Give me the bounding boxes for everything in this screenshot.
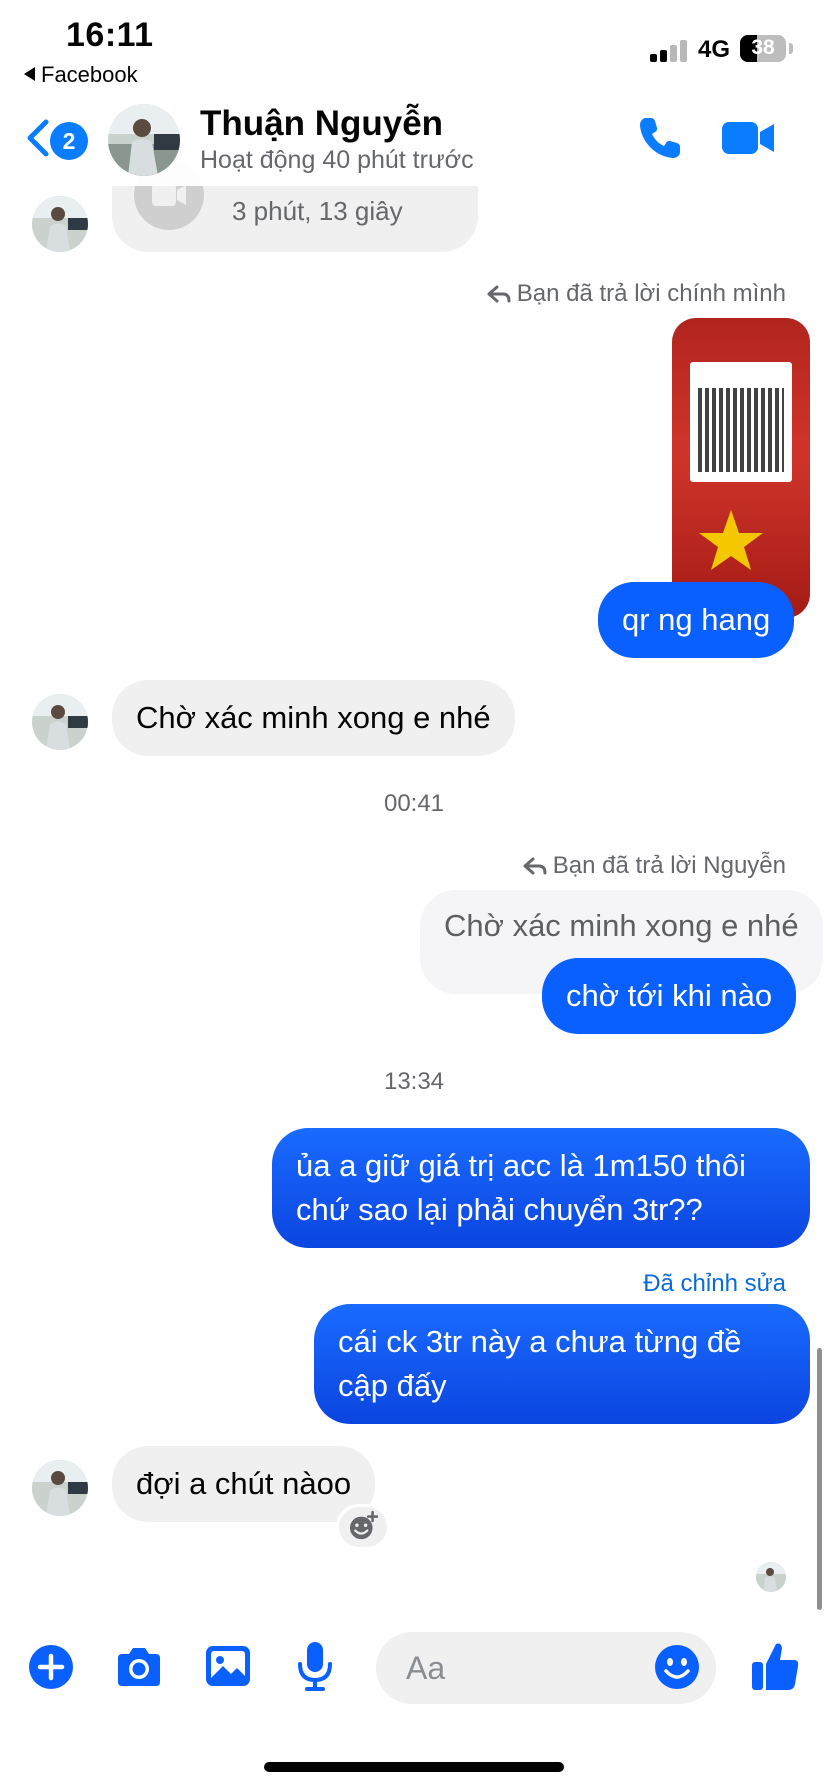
qr-code-image[interactable] xyxy=(672,318,810,618)
message-timestamp: 00:41 xyxy=(383,790,445,817)
avatar-photo xyxy=(32,694,88,750)
avatar-photo xyxy=(32,1460,88,1516)
add-reaction-button[interactable] xyxy=(336,1504,390,1550)
microphone-icon[interactable] xyxy=(296,1640,334,1692)
reply-note-text: Bạn đã trả lời Nguyễn xyxy=(552,852,786,879)
incoming-message[interactable]: đợi a chút nàoo xyxy=(112,1446,376,1522)
reply-note-text: Bạn đã trả lời chính mình xyxy=(516,280,786,307)
battery-icon: 38 xyxy=(740,35,786,62)
seen-receipt-avatar xyxy=(756,1562,786,1592)
battery-tip xyxy=(789,43,793,54)
avatar-photo xyxy=(108,104,180,176)
message-line: cập đấy xyxy=(338,1368,447,1403)
contact-activity-status: Hoạt động 40 phút trước xyxy=(200,146,474,174)
camera-icon[interactable] xyxy=(114,1644,164,1690)
unread-count-badge[interactable]: 2 xyxy=(50,122,88,160)
status-bar: 16:11 Facebook 4G 38 xyxy=(0,0,828,92)
back-app-label: Facebook xyxy=(41,62,138,87)
contact-message-avatar[interactable] xyxy=(32,694,88,750)
reply-arrow-icon xyxy=(487,285,511,303)
incoming-message[interactable]: Chờ xác minh xong e nhé xyxy=(112,680,515,756)
outgoing-message[interactable]: cái ck 3tr này a chưa từng đề cập đấy xyxy=(314,1304,810,1424)
contact-message-avatar[interactable] xyxy=(32,196,88,252)
plus-circle-icon[interactable] xyxy=(28,1644,74,1690)
reply-context-note: Bạn đã trả lời chính mình xyxy=(487,280,786,308)
contact-avatar[interactable] xyxy=(108,104,180,176)
edited-label[interactable]: Đã chỉnh sửa xyxy=(643,1270,786,1298)
message-line: ủa a giữ giá trị acc là 1m150 thôi xyxy=(296,1148,746,1183)
qr-code-pattern xyxy=(698,388,784,472)
chat-header: 2 Thuận Nguyễn Hoạt động 40 phút trước xyxy=(0,92,828,186)
status-time: 16:11 xyxy=(66,16,154,54)
outgoing-message[interactable]: qr ng hang xyxy=(598,582,795,658)
message-line: chứ sao lại phải chuyển 3tr?? xyxy=(296,1192,703,1227)
call-duration: 3 phút, 13 giây xyxy=(232,196,403,226)
add-reaction-icon xyxy=(349,1510,379,1540)
back-triangle-icon xyxy=(24,67,35,81)
message-line: cái ck 3tr này a chưa từng đề xyxy=(338,1324,742,1359)
battery-percent: 38 xyxy=(751,36,775,59)
scrollbar[interactable] xyxy=(817,1348,822,1610)
outgoing-message[interactable]: chờ tới khi nào xyxy=(542,958,797,1034)
network-type: 4G xyxy=(698,36,731,63)
contact-name[interactable]: Thuận Nguyễn xyxy=(200,104,443,144)
avatar-photo xyxy=(32,196,88,252)
star-icon xyxy=(699,510,763,570)
reply-arrow-icon xyxy=(523,857,547,875)
outgoing-message[interactable]: ủa a giữ giá trị acc là 1m150 thôi chứ s… xyxy=(272,1128,810,1248)
message-composer xyxy=(0,1620,828,1720)
photo-gallery-icon[interactable] xyxy=(204,1644,252,1688)
avatar-photo xyxy=(756,1562,786,1592)
message-timestamp: 13:34 xyxy=(383,1068,445,1095)
cellular-signal-icon xyxy=(650,38,690,62)
smiley-icon[interactable] xyxy=(654,1644,700,1690)
contact-message-avatar[interactable] xyxy=(32,1460,88,1516)
home-indicator[interactable] xyxy=(264,1762,564,1772)
reply-context-note: Bạn đã trả lời Nguyễn xyxy=(523,852,786,880)
qr-card xyxy=(690,362,792,482)
thumbs-up-icon[interactable] xyxy=(750,1640,800,1692)
back-to-app-link[interactable]: Facebook xyxy=(24,62,138,88)
video-camera-icon[interactable] xyxy=(720,118,776,158)
phone-icon[interactable] xyxy=(636,114,684,162)
